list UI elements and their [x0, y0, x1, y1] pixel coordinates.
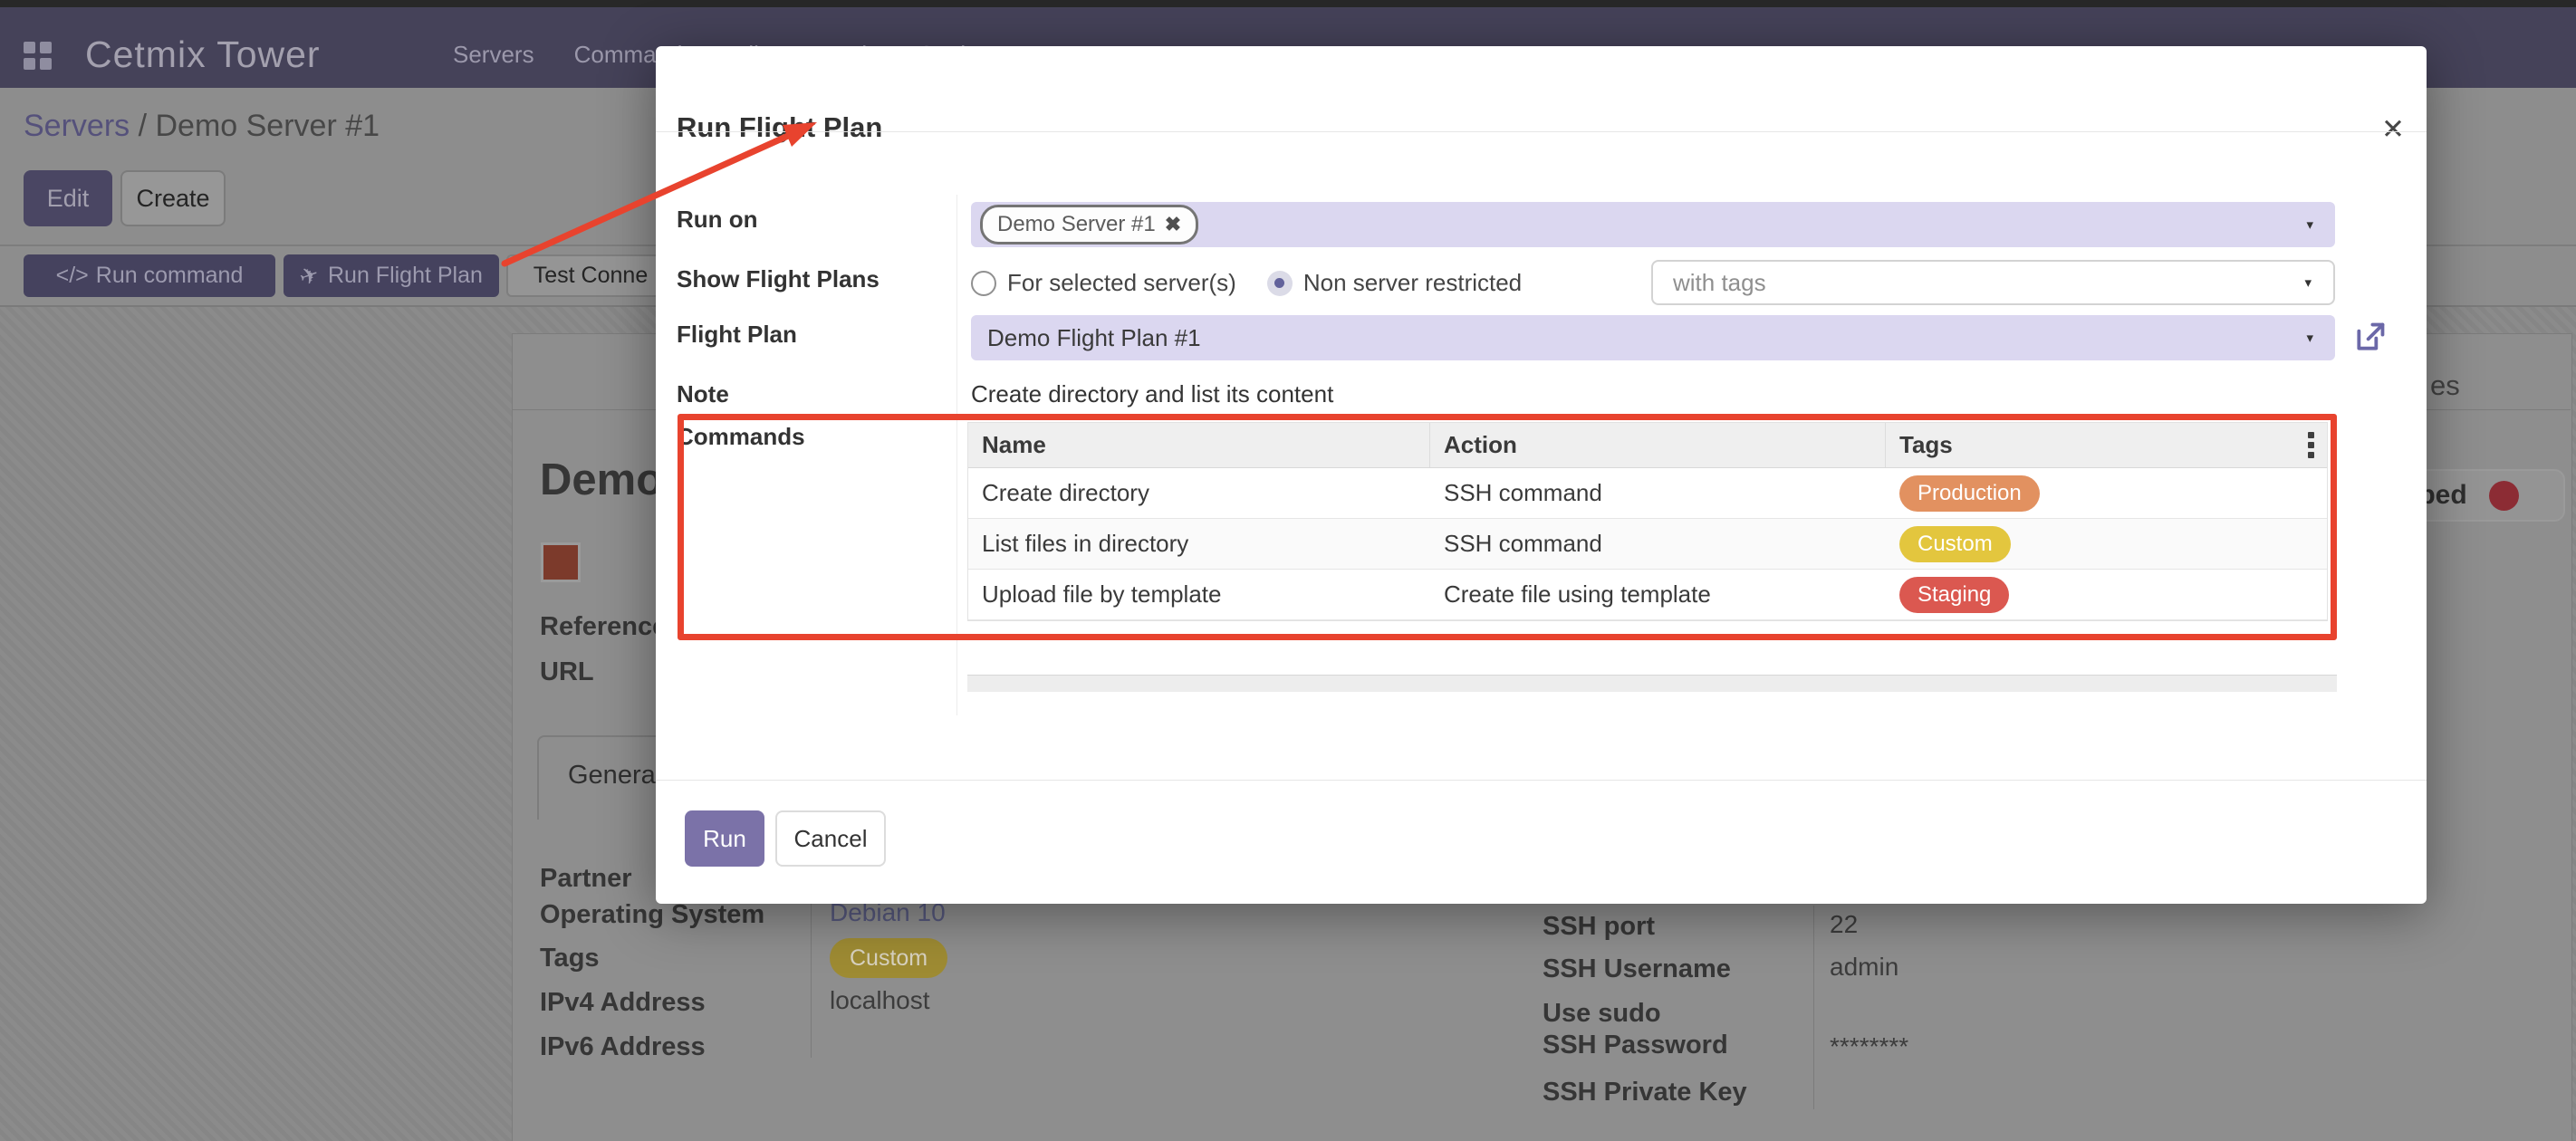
nav-item-servers[interactable]: Servers	[453, 41, 534, 69]
plane-icon: ✈	[296, 260, 323, 292]
right-group-divider	[1813, 906, 1814, 1109]
ssh-port-label: SSH port	[1543, 912, 1655, 942]
radio-non-server-restricted[interactable]	[1267, 271, 1293, 296]
ssh-username-value: admin	[1830, 953, 1898, 982]
run-command-button[interactable]: </> Run command	[24, 254, 275, 297]
external-link-icon[interactable]	[2353, 320, 2388, 359]
screen: Cetmix Tower Servers Commands Files Tool…	[0, 0, 2576, 1141]
annotation-highlight-box	[678, 414, 2337, 640]
window-top-strip	[0, 0, 2576, 7]
ssh-port-value: 22	[1830, 910, 1858, 939]
radio-for-selected-servers[interactable]	[971, 271, 996, 296]
ssh-username-label: SSH Username	[1543, 954, 1731, 984]
partner-label: Partner	[540, 864, 632, 894]
run-button[interactable]: Run	[685, 810, 764, 867]
table-horizontal-scrollbar[interactable]	[967, 675, 2337, 692]
app-brand: Cetmix Tower	[85, 14, 321, 95]
radio-for-selected-servers-label[interactable]: For selected server(s)	[1007, 269, 1236, 297]
note-label: Note	[677, 380, 729, 408]
tag-remove-icon[interactable]: ✖	[1165, 213, 1181, 236]
status-stopped-dot-icon	[2489, 481, 2519, 511]
dropdown-caret-icon: ▾	[2306, 216, 2313, 233]
url-label: URL	[540, 657, 594, 687]
with-tags-input[interactable]: with tags ▾	[1651, 260, 2335, 305]
show-flight-plans-radios: For selected server(s) Non server restri…	[971, 269, 1522, 297]
ipv6-label: IPv6 Address	[540, 1032, 706, 1062]
ssh-password-value: ********	[1830, 1032, 1908, 1061]
dialog-header-divider	[656, 131, 2427, 132]
edit-button[interactable]: Edit	[24, 170, 112, 226]
server-color-swatch[interactable]	[541, 542, 581, 582]
breadcrumb-record: Demo Server #1	[155, 109, 380, 143]
tags-label: Tags	[540, 944, 600, 973]
ssh-private-key-label: SSH Private Key	[1543, 1078, 1747, 1107]
left-group-divider	[811, 902, 812, 1058]
dialog-footer-divider	[656, 780, 2427, 781]
breadcrumb: Servers / Demo Server #1	[24, 109, 380, 144]
run-flight-plan-button[interactable]: ✈ Run Flight Plan	[284, 254, 499, 297]
ipv4-label: IPv4 Address	[540, 988, 706, 1018]
use-sudo-label: Use sudo	[1543, 999, 1661, 1029]
breadcrumb-separator: /	[130, 109, 155, 143]
code-icon: </>	[56, 263, 89, 289]
flight-plan-label: Flight Plan	[677, 321, 797, 349]
note-value: Create directory and list its content	[971, 380, 1333, 408]
create-button[interactable]: Create	[120, 170, 226, 226]
ipv4-value: localhost	[830, 986, 930, 1015]
os-label: Operating System	[540, 900, 764, 930]
dropdown-caret-icon: ▾	[2304, 274, 2312, 291]
tag-custom-badge: Custom	[830, 938, 947, 978]
radio-non-server-restricted-label[interactable]: Non server restricted	[1303, 269, 1522, 297]
stat-button-partial-text[interactable]: es	[2430, 369, 2460, 402]
flight-plan-select[interactable]: Demo Flight Plan #1 ▾	[971, 315, 2335, 360]
server-name-heading: Demo	[540, 455, 659, 505]
close-icon[interactable]: ✕	[2381, 115, 2405, 143]
run-on-selected-tag: Demo Server #1 ✖	[980, 205, 1198, 244]
annotation-arrow	[489, 107, 833, 274]
reference-label: Reference	[540, 612, 667, 642]
run-on-field[interactable]: Demo Server #1 ✖ ▾	[971, 202, 2335, 247]
dropdown-caret-icon: ▾	[2306, 330, 2313, 346]
ssh-password-label: SSH Password	[1543, 1031, 1728, 1060]
cancel-button[interactable]: Cancel	[775, 810, 886, 867]
apps-menu-icon[interactable]	[24, 42, 51, 69]
breadcrumb-servers-link[interactable]: Servers	[24, 109, 130, 143]
